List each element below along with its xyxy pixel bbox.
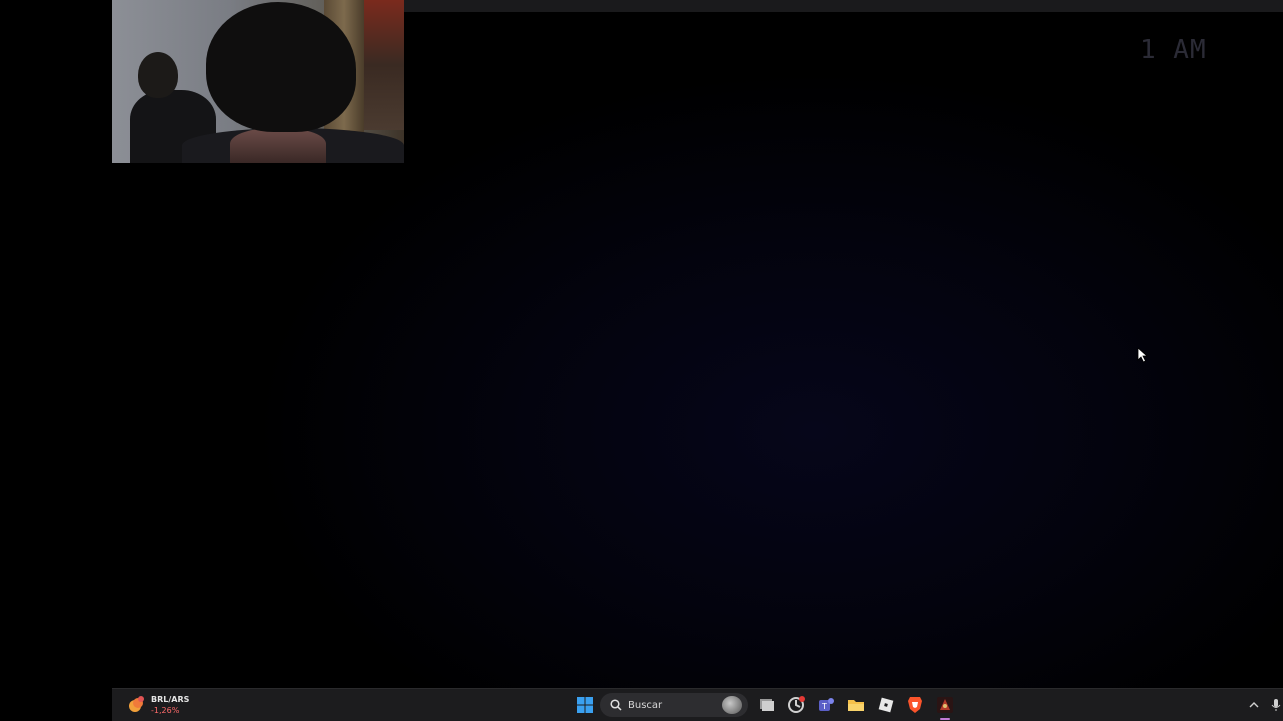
taskbar: BRL/ARS -1,26% Buscar T (112, 688, 1283, 721)
circular-app-icon (788, 696, 805, 713)
currency-widget[interactable]: BRL/ARS -1,26% (126, 692, 189, 718)
game-app-icon (937, 697, 953, 713)
webcam-person-back-head (138, 52, 178, 98)
taskbar-search[interactable]: Buscar (600, 693, 748, 717)
tray-overflow-button[interactable] (1245, 695, 1263, 715)
taskbar-app-game[interactable] (934, 694, 956, 716)
windows-start-icon (577, 697, 593, 713)
start-button[interactable] (574, 694, 596, 716)
currency-change: -1,26% (151, 706, 180, 715)
tray-microphone[interactable] (1267, 695, 1283, 715)
game-clock: 1 AM (1140, 35, 1207, 65)
webcam-overlay (112, 0, 404, 163)
task-view-button[interactable] (756, 694, 778, 716)
search-highlight-image (722, 696, 742, 714)
folder-icon (848, 700, 864, 711)
taskbar-app-explorer[interactable] (845, 694, 867, 716)
currency-exchange-icon (129, 696, 144, 712)
search-icon (610, 699, 622, 711)
currency-pair: BRL/ARS (151, 695, 190, 704)
taskbar-app-teams[interactable]: T (815, 694, 837, 716)
taskbar-app-brave[interactable] (904, 694, 926, 716)
webcam-person-front-face (230, 128, 326, 163)
window-top-strip (404, 0, 1283, 12)
svg-text:T: T (821, 702, 827, 711)
taskbar-app-circular[interactable] (785, 694, 807, 716)
webcam-poster (364, 0, 404, 130)
mouse-cursor-icon (1137, 347, 1149, 363)
roblox-icon (878, 697, 894, 713)
brave-icon (908, 697, 922, 713)
task-view-icon (760, 699, 774, 711)
microphone-icon (1271, 699, 1281, 711)
search-label: Buscar (628, 699, 663, 711)
taskbar-app-roblox[interactable] (875, 694, 897, 716)
teams-icon: T (819, 698, 834, 711)
chevron-up-icon (1249, 702, 1259, 708)
webcam-person-front-hair (206, 2, 356, 132)
